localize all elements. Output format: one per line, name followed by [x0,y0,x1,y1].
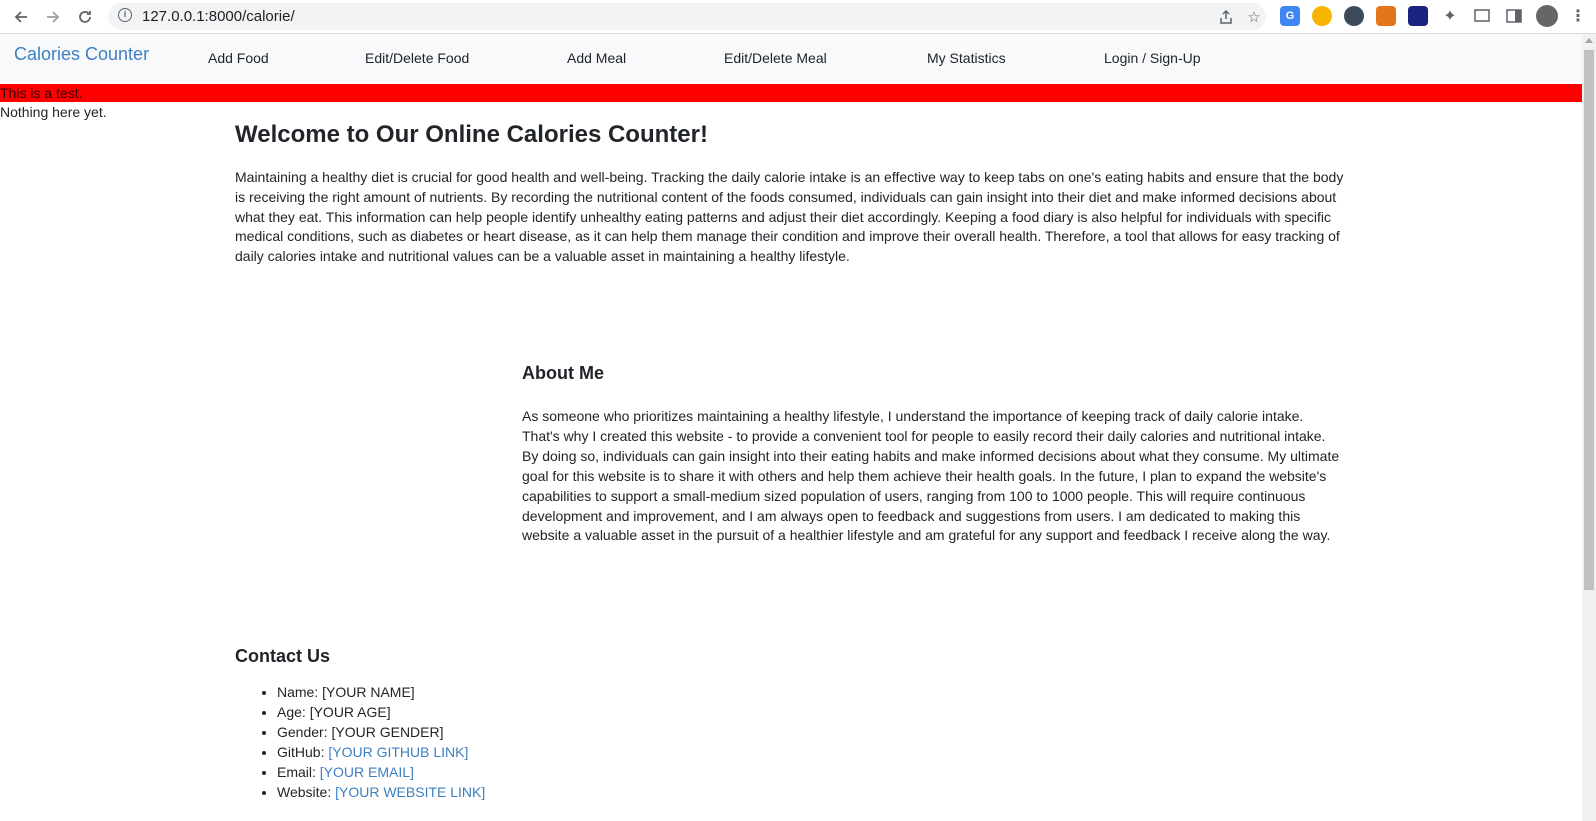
globe-extension-icon[interactable] [1344,6,1364,26]
translate-extension-icon[interactable]: G [1280,6,1300,26]
cast-icon[interactable] [1472,6,1492,26]
bookmark-star-icon[interactable]: ☆ [1244,7,1264,27]
empty-message: Nothing here yet. [0,104,107,120]
contact-name-value: [YOUR NAME] [322,684,415,700]
list-item: Gender: [YOUR GENDER] [277,723,485,743]
more-menu-icon[interactable]: ⋮ [1568,6,1588,26]
nav-add-meal[interactable]: Add Meal [567,50,626,66]
url-text: 127.0.0.1:8000/calorie/ [142,8,295,25]
list-item: Email: [YOUR EMAIL] [277,763,485,783]
list-item: Age: [YOUR AGE] [277,703,485,723]
website-link[interactable]: [YOUR WEBSITE LINK] [335,784,485,800]
list-item: GitHub: [YOUR GITHUB LINK] [277,743,485,763]
site-info-icon[interactable]: i [118,8,132,22]
brand-link[interactable]: Calories Counter [14,44,149,65]
profile-avatar[interactable] [1536,5,1558,27]
nav-edit-delete-food[interactable]: Edit/Delete Food [365,50,469,66]
address-bar[interactable]: i 127.0.0.1:8000/calorie/ ☆ [108,3,1266,30]
about-paragraph: As someone who prioritizes maintaining a… [522,408,1340,544]
list-item: Website: [YOUR WEBSITE LINK] [277,783,485,803]
forward-icon[interactable] [40,4,66,30]
welcome-paragraph: Maintaining a healthy diet is crucial fo… [235,169,1344,265]
nav-add-food[interactable]: Add Food [208,50,269,66]
email-link[interactable]: [YOUR EMAIL] [320,764,414,780]
extension-icon[interactable] [1408,6,1428,26]
page-title: Welcome to Our Online Calories Counter! [235,121,708,148]
browser-toolbar: i 127.0.0.1:8000/calorie/ ☆ G ✦ ⋮ [0,0,1596,34]
contact-list: Name: [YOUR NAME] Age: [YOUR AGE] Gender… [235,683,485,802]
nav-edit-delete-meal[interactable]: Edit/Delete Meal [724,50,827,66]
nav-login-signup[interactable]: Login / Sign-Up [1104,50,1201,66]
contact-age-value: [YOUR AGE] [309,703,391,720]
navbar: Calories Counter Add Food Edit/Delete Fo… [0,34,1582,82]
contact-heading: Contact Us [235,646,331,666]
about-heading: About Me [522,363,604,383]
back-icon[interactable] [8,4,34,30]
reload-icon[interactable] [72,4,98,30]
scrollbar-thumb[interactable] [1584,50,1594,590]
puzzle-extensions-icon[interactable]: ✦ [1440,6,1460,26]
extension-icon[interactable] [1312,6,1332,26]
alert-message: This is a test. [0,84,1582,102]
side-panel-icon[interactable] [1504,6,1524,26]
list-item: Name: [YOUR NAME] [277,683,485,703]
github-link[interactable]: [YOUR GITHUB LINK] [328,744,468,760]
nav-my-statistics[interactable]: My Statistics [927,50,1006,66]
scroll-up-icon[interactable] [1585,38,1593,43]
contact-gender-value: [YOUR GENDER] [331,723,444,740]
metamask-fox-icon[interactable] [1376,6,1396,26]
share-icon[interactable] [1216,7,1236,27]
page-scrollbar[interactable] [1582,34,1596,821]
